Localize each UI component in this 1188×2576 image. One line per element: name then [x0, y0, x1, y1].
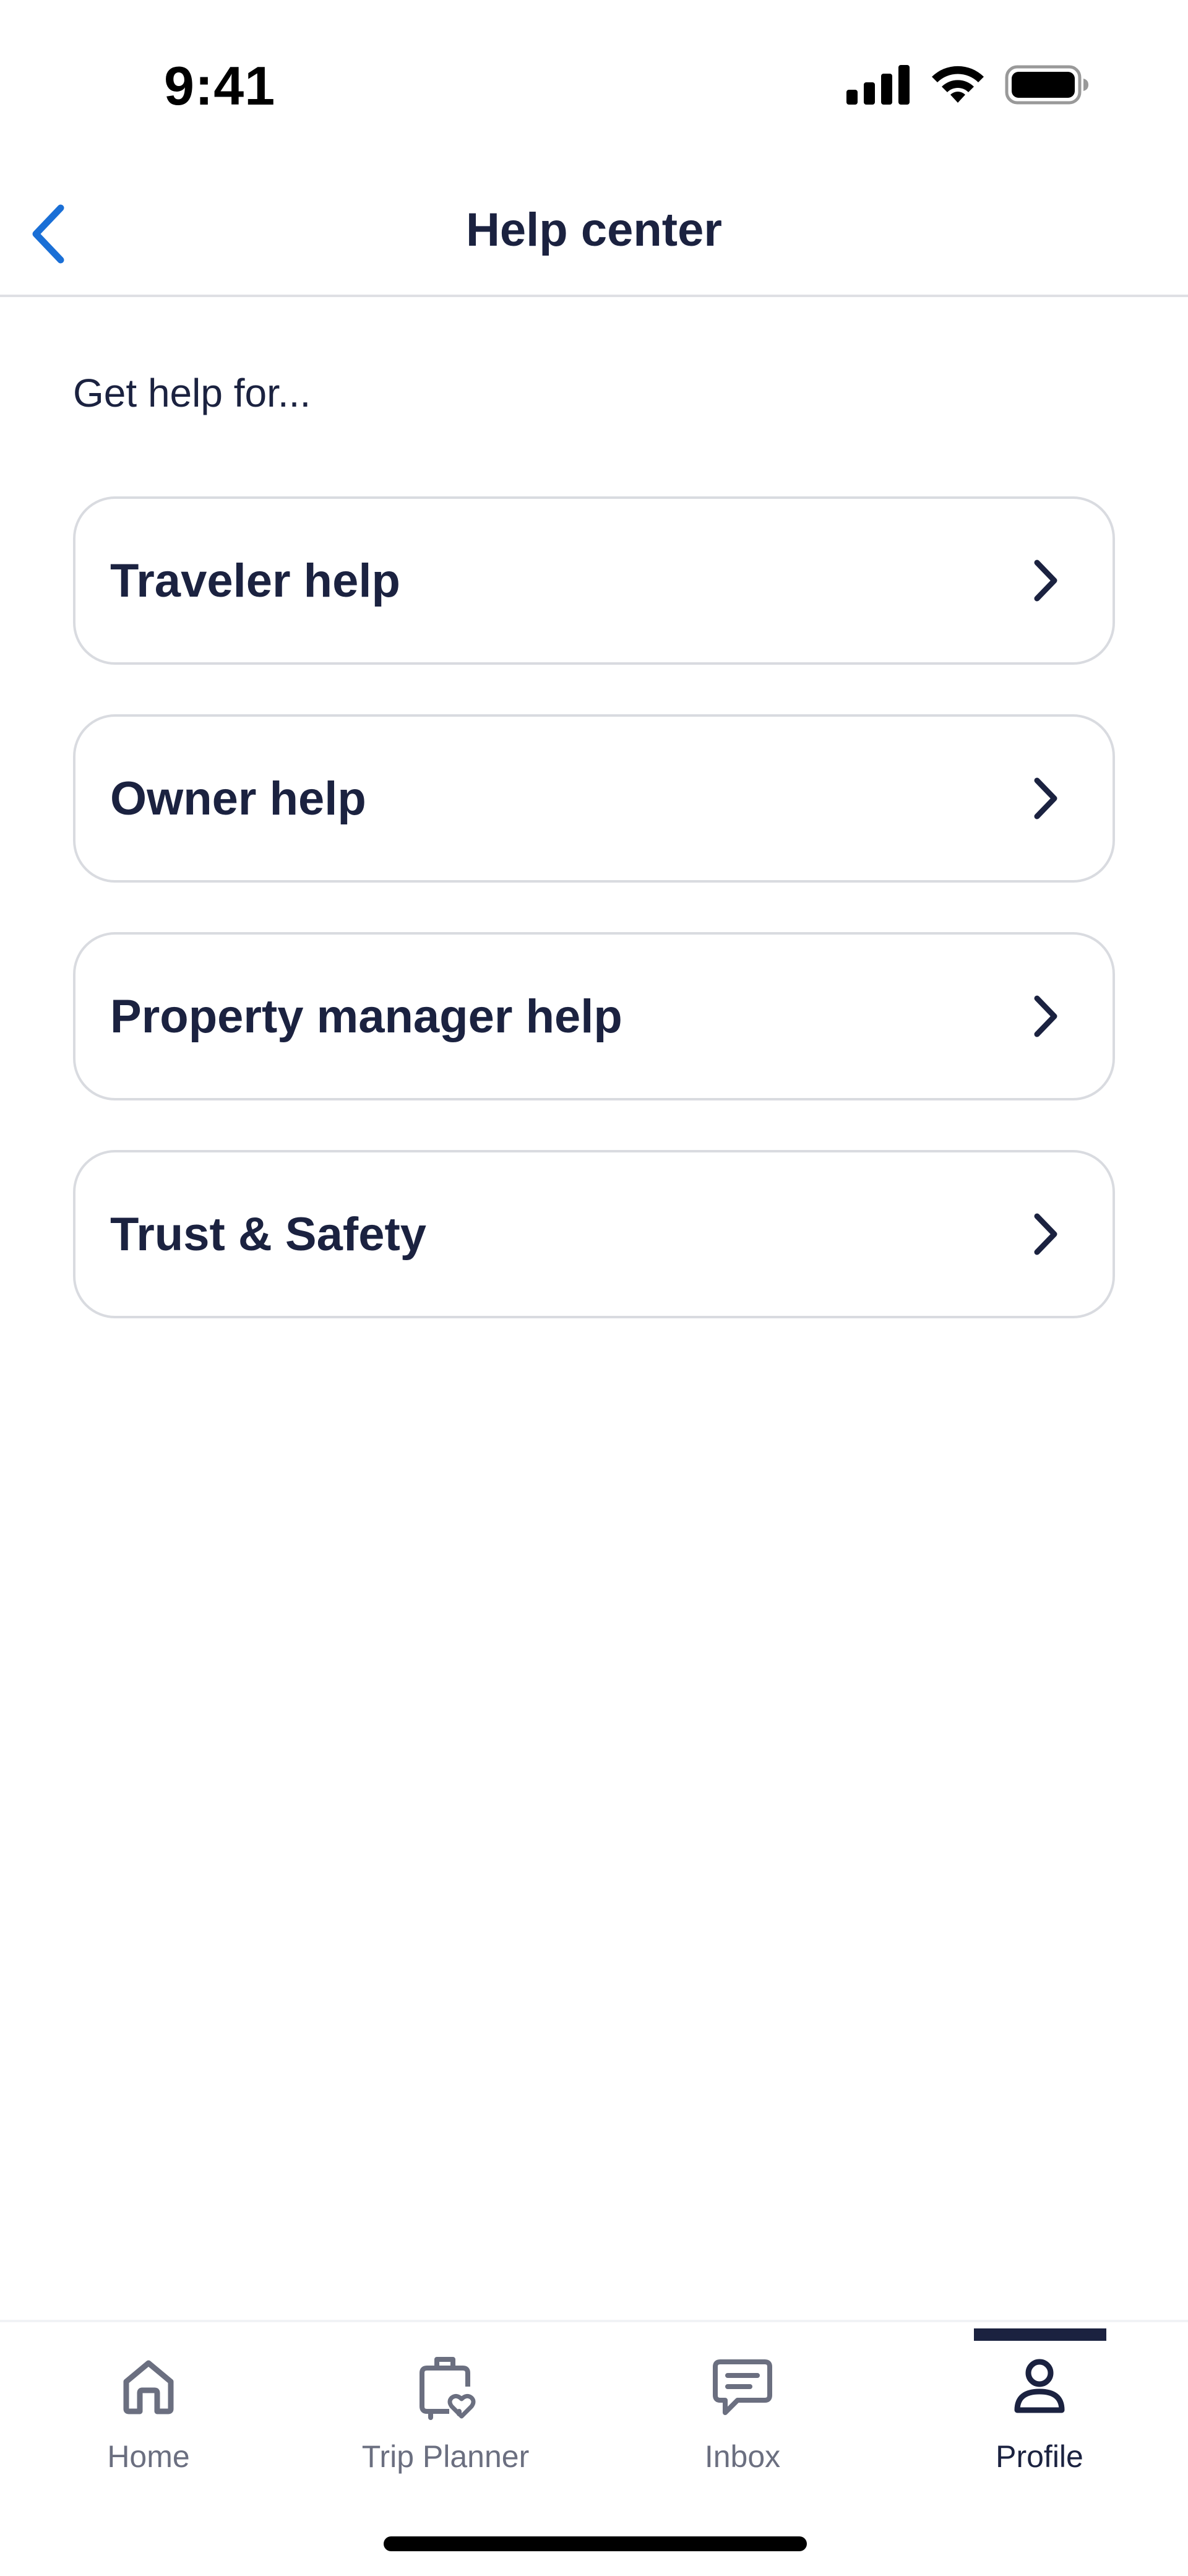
- tab-trip-planner[interactable]: Trip Planner: [297, 2322, 594, 2508]
- help-card-label: Trust & Safety: [110, 1208, 427, 1261]
- page-title: Help center: [466, 204, 722, 256]
- help-card-label: Property manager help: [110, 990, 622, 1043]
- person-icon: [891, 2354, 1188, 2416]
- status-time: 9:41: [164, 55, 276, 116]
- main-content: Get help for... Traveler help Owner help…: [73, 297, 1115, 1368]
- owner-help-button[interactable]: Owner help: [73, 714, 1115, 883]
- message-icon: [594, 2354, 891, 2419]
- tab-label: Trip Planner: [361, 2439, 530, 2474]
- tab-profile[interactable]: Profile: [891, 2322, 1188, 2508]
- chevron-right-icon: [1032, 995, 1059, 1038]
- tab-label: Inbox: [704, 2439, 781, 2474]
- suitcase-heart-icon: [297, 2354, 594, 2423]
- help-card-label: Owner help: [110, 772, 366, 825]
- tab-home[interactable]: Home: [0, 2322, 297, 2508]
- property-manager-help-button[interactable]: Property manager help: [73, 932, 1115, 1100]
- home-indicator[interactable]: [384, 2536, 807, 2551]
- tab-label: Home: [107, 2439, 190, 2474]
- traveler-help-button[interactable]: Traveler help: [73, 496, 1115, 665]
- home-icon: [0, 2354, 297, 2416]
- help-card-label: Traveler help: [110, 554, 400, 607]
- status-bar: 9:41: [0, 0, 1188, 173]
- status-icons: [846, 64, 1089, 105]
- battery-icon: [1005, 65, 1089, 105]
- chevron-right-icon: [1032, 1212, 1059, 1256]
- section-label: Get help for...: [73, 371, 311, 415]
- cellular-signal-icon: [846, 65, 911, 105]
- tab-inbox[interactable]: Inbox: [594, 2322, 891, 2508]
- chevron-right-icon: [1032, 559, 1059, 602]
- wifi-icon: [929, 64, 986, 105]
- nav-header: Help center: [0, 173, 1188, 297]
- help-list: Traveler help Owner help Property manage…: [73, 496, 1115, 1318]
- trust-safety-button[interactable]: Trust & Safety: [73, 1150, 1115, 1318]
- tab-label: Profile: [996, 2439, 1083, 2474]
- help-center-screen: 9:41 Help center Get help for... Travele…: [0, 0, 1188, 2576]
- chevron-right-icon: [1032, 777, 1059, 820]
